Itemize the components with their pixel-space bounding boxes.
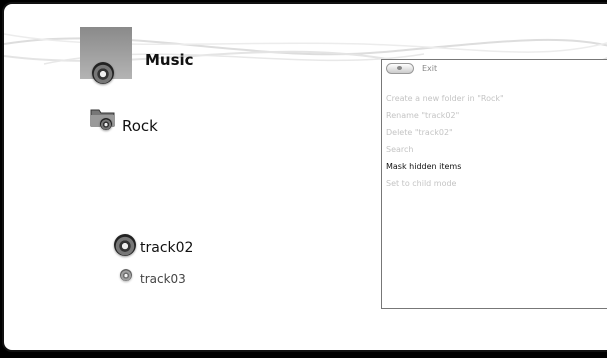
folder-label[interactable]: Rock — [122, 117, 158, 135]
exit-button[interactable]: Exit — [386, 63, 437, 74]
back-key-icon — [386, 63, 414, 74]
menu-item-create-folder[interactable]: Create a new folder in "Rock" — [386, 90, 504, 107]
track-icon — [114, 234, 136, 256]
menu-item-search[interactable]: Search — [386, 141, 504, 158]
context-menu: Exit Create a new folder in "Rock" Renam… — [381, 59, 607, 309]
page-title: Music — [145, 51, 194, 69]
menu-item-child-mode[interactable]: Set to child mode — [386, 175, 504, 192]
menu-item-delete[interactable]: Delete "track02" — [386, 124, 504, 141]
track-item[interactable]: track02 — [140, 240, 193, 256]
track-item[interactable]: track03 — [140, 272, 186, 286]
exit-label: Exit — [422, 64, 438, 73]
screen: Music Rock track02 track03 Exit Create a… — [2, 2, 607, 352]
music-icon — [92, 62, 114, 84]
track-icon — [120, 269, 132, 281]
menu-list: Create a new folder in "Rock" Rename "tr… — [386, 90, 504, 192]
folder-disc-icon — [100, 118, 112, 130]
menu-item-rename[interactable]: Rename "track02" — [386, 107, 504, 124]
menu-item-mask-hidden[interactable]: Mask hidden items — [386, 158, 504, 175]
